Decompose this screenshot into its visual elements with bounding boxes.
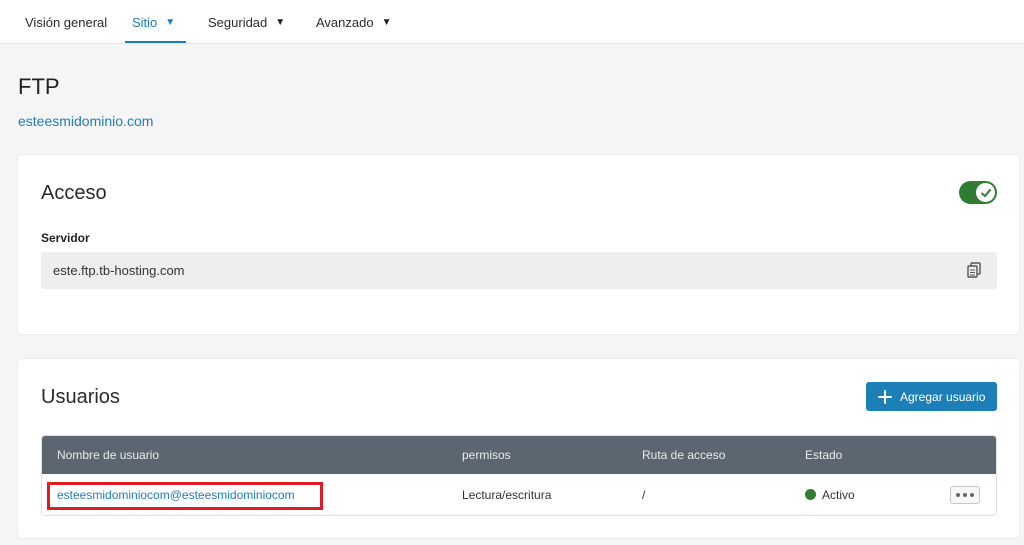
status-value: Activo [822, 488, 855, 502]
column-header-status: Estado [805, 448, 843, 462]
table-header: Nombre de usuario permisos Ruta de acces… [42, 436, 996, 474]
more-dot-icon [963, 493, 967, 497]
page-title: FTP [18, 74, 60, 99]
nav-item-label: Sitio [132, 14, 158, 30]
check-icon [976, 183, 995, 202]
top-navigation: Visión general Sitio ▼ Seguridad ▼ Avanz… [0, 0, 1024, 44]
add-user-button[interactable]: Agregar usuario [866, 382, 997, 411]
copy-icon[interactable] [967, 262, 981, 278]
caret-down-icon: ▼ [381, 16, 392, 28]
add-user-label: Agregar usuario [900, 389, 986, 404]
row-actions-button[interactable] [950, 486, 980, 504]
caret-down-icon: ▼ [165, 16, 176, 28]
server-label: Servidor [41, 231, 90, 245]
status-cell: Activo [805, 488, 855, 502]
nav-item-sitio[interactable]: Sitio ▼ [132, 0, 175, 44]
active-tab-indicator [125, 41, 186, 43]
nav-item-vision-general[interactable]: Visión general [25, 0, 107, 44]
caret-down-icon: ▼ [275, 16, 286, 28]
column-header-path: Ruta de acceso [642, 448, 726, 462]
nav-item-label: Visión general [25, 14, 108, 30]
table-row: esteesmidominiocom@esteesmidominiocom Le… [42, 474, 996, 515]
users-title: Usuarios [41, 386, 120, 408]
nav-item-seguridad[interactable]: Seguridad ▼ [208, 0, 285, 44]
nav-item-label: Seguridad [208, 14, 268, 30]
column-header-permissions: permisos [462, 448, 511, 462]
ftp-access-toggle[interactable] [959, 181, 997, 204]
more-dot-icon [970, 493, 974, 497]
column-header-username: Nombre de usuario [57, 448, 160, 462]
nav-item-label: Avanzado [316, 14, 374, 30]
more-dot-icon [956, 493, 960, 497]
users-card: Usuarios Agregar usuario Nombre de usuar… [18, 359, 1019, 538]
status-dot-icon [805, 489, 816, 500]
domain-link[interactable]: esteesmidominio.com [18, 113, 153, 129]
access-card: Acceso Servidor este.ftp.tb-hosting.com [18, 155, 1019, 334]
nav-item-avanzado[interactable]: Avanzado ▼ [316, 0, 392, 44]
server-value: este.ftp.tb-hosting.com [53, 263, 185, 278]
username-link[interactable]: esteesmidominiocom@esteesmidominiocom [57, 488, 295, 502]
access-title: Acceso [41, 182, 107, 204]
server-field: este.ftp.tb-hosting.com [41, 252, 997, 289]
users-table: Nombre de usuario permisos Ruta de acces… [41, 435, 997, 516]
permissions-value: Lectura/escritura [462, 488, 552, 502]
plus-icon [878, 389, 892, 404]
path-value: / [642, 488, 646, 502]
